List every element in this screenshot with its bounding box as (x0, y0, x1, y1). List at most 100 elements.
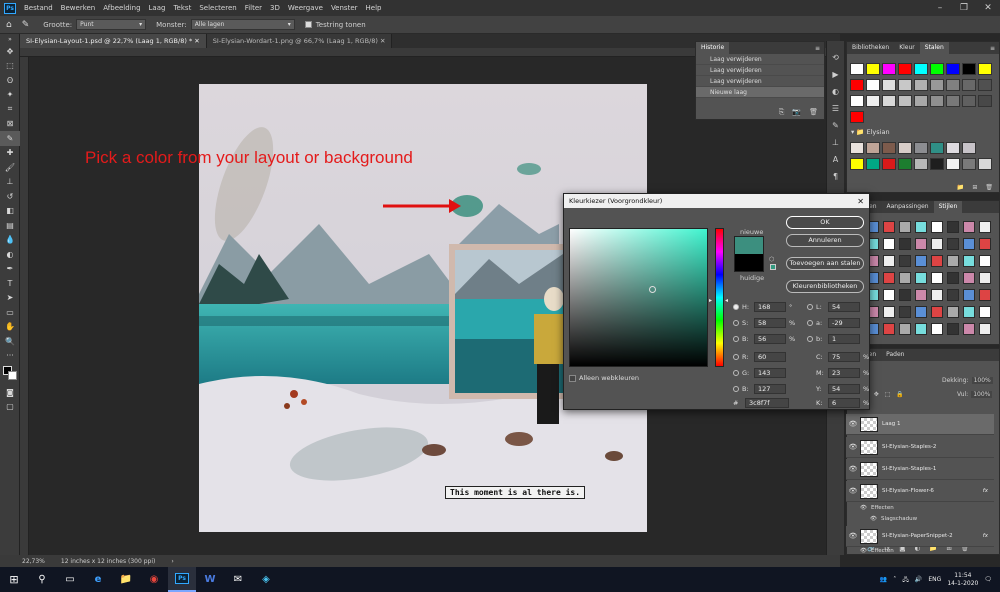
color-field[interactable] (569, 228, 708, 367)
a-radio[interactable] (807, 320, 813, 326)
menu-item-bestand[interactable]: Bestand (20, 4, 57, 12)
visibility-eye-icon[interactable]: 👁 (846, 420, 860, 428)
color-swatch[interactable] (930, 95, 944, 107)
crop-tool-icon[interactable]: ⌗ (0, 102, 20, 117)
color-swatch[interactable] (962, 63, 976, 75)
g-input[interactable]: 143 (754, 368, 786, 378)
l-input[interactable]: 54 (828, 302, 860, 312)
color-swatch[interactable] (914, 158, 928, 170)
people-icon[interactable]: 👥 (880, 576, 887, 583)
snapshot-icon[interactable]: ⎘ (779, 108, 785, 117)
style-preset[interactable] (979, 255, 991, 267)
new-group-icon[interactable]: 📁 (957, 184, 964, 191)
color-swatch[interactable] (882, 79, 896, 91)
trash-icon[interactable]: 🗑 (985, 184, 993, 191)
menu-item-3d[interactable]: 3D (266, 4, 284, 12)
brush-tool-icon[interactable]: 🖌 (0, 160, 20, 175)
color-swatch[interactable] (882, 95, 896, 107)
menu-item-tekst[interactable]: Tekst (169, 4, 195, 12)
color-swatch[interactable] (898, 158, 912, 170)
edge-browser-icon[interactable]: e (84, 567, 112, 592)
style-preset[interactable] (883, 238, 895, 250)
style-preset[interactable] (899, 238, 911, 250)
history-brush-icon[interactable]: ↺ (0, 189, 20, 204)
path-select-icon[interactable]: ➤ (0, 291, 20, 306)
tab-libraries[interactable]: Bibliotheken (847, 42, 894, 54)
style-preset[interactable] (979, 238, 991, 250)
color-swatch[interactable] (850, 142, 864, 154)
color-swatch[interactable] (962, 79, 976, 91)
web-safe-swatch[interactable] (770, 264, 776, 270)
task-view-icon[interactable]: ▭ (56, 567, 84, 592)
history-panel-icon[interactable]: ⟲ (827, 53, 844, 62)
color-swatch[interactable] (946, 63, 960, 75)
effects-row[interactable]: 👁 Effecten (860, 546, 994, 556)
move-tool-icon[interactable]: ✥ (0, 44, 20, 59)
cancel-button[interactable]: Annuleren (786, 234, 864, 247)
add-to-swatches-button[interactable]: Toevoegen aan stalen (786, 257, 864, 270)
minimize-icon[interactable]: – (928, 0, 952, 16)
dodge-tool-icon[interactable]: ◐ (0, 247, 20, 262)
style-preset[interactable] (931, 221, 943, 233)
style-preset[interactable] (963, 255, 975, 267)
s-radio[interactable] (733, 320, 739, 326)
style-preset[interactable] (899, 289, 911, 301)
quick-mask-icon[interactable]: ◙ (0, 385, 20, 400)
color-swatch[interactable] (866, 79, 880, 91)
healing-brush-icon[interactable]: ✚ (0, 146, 20, 161)
c-input[interactable]: 75 (828, 352, 860, 362)
sample-select[interactable]: Alle lagen ▾ (190, 19, 295, 30)
layer-row-staples-2[interactable]: 👁 SI-Elysian-Staples-2 (846, 437, 994, 458)
color-swatch[interactable] (914, 95, 928, 107)
menu-item-bewerken[interactable]: Bewerken (57, 4, 100, 12)
style-preset[interactable] (947, 289, 959, 301)
fill-input[interactable]: 100% (971, 391, 993, 398)
style-preset[interactable] (899, 221, 911, 233)
chrome-icon[interactable]: ◉ (140, 567, 168, 592)
color-swatch[interactable] (914, 79, 928, 91)
h-radio[interactable] (733, 304, 739, 310)
color-swatch[interactable] (930, 158, 944, 170)
zoom-level[interactable]: 22,73% (22, 558, 45, 565)
color-swatch[interactable] (898, 142, 912, 154)
maximize-icon[interactable]: ❐ (952, 0, 976, 16)
blue-radio[interactable] (733, 386, 739, 392)
tab-styles[interactable]: Stijlen (933, 201, 963, 213)
panel-menu-icon[interactable]: ≡ (990, 45, 999, 52)
marquee-tool-icon[interactable]: ⬚ (0, 59, 20, 74)
style-preset[interactable] (899, 272, 911, 284)
history-item[interactable]: Laag verwijderen (696, 76, 824, 87)
style-preset[interactable] (947, 221, 959, 233)
color-swatch[interactable] (946, 95, 960, 107)
tab-layout-document[interactable]: SI-Elysian-Layout-1.psd @ 22,7% (Laag 1,… (20, 34, 207, 48)
fx-badge[interactable]: fx (983, 488, 994, 494)
y-input[interactable]: 54 (828, 384, 860, 394)
character-icon[interactable]: A (827, 155, 844, 164)
b-input[interactable]: 56 (754, 334, 786, 344)
color-swatch[interactable] (850, 63, 864, 75)
style-preset[interactable] (883, 289, 895, 301)
chevron-up-icon[interactable]: ˄ (893, 576, 896, 583)
clock[interactable]: 11:54 14-1-2020 (947, 572, 978, 588)
show-ring-checkbox[interactable] (304, 21, 312, 28)
hand-tool-icon[interactable]: ✋ (0, 320, 20, 335)
k-input[interactable]: 6 (828, 398, 860, 408)
menu-item-venster[interactable]: Venster (327, 4, 362, 12)
swatch-group[interactable]: ▾ 📁 Elysian (851, 128, 890, 136)
close-tab-icon[interactable]: ✕ (194, 37, 199, 45)
style-preset[interactable] (899, 323, 911, 335)
color-swatch[interactable] (946, 142, 960, 154)
ok-button[interactable]: OK (786, 216, 864, 229)
web-colors-checkbox[interactable] (569, 374, 576, 382)
more-tools-icon[interactable]: ··· (0, 349, 20, 364)
notifications-icon[interactable]: 🗨 (984, 576, 992, 583)
color-swatch[interactable] (850, 95, 864, 107)
color-swatch[interactable] (850, 79, 864, 91)
tab-paths[interactable]: Paden (881, 349, 909, 361)
lock-all-icon[interactable]: 🔒 (896, 391, 903, 398)
menu-item-selecteren[interactable]: Selecteren (195, 4, 240, 12)
hue-slider[interactable] (715, 228, 724, 367)
collapse-icon[interactable]: » (0, 34, 20, 44)
history-item[interactable]: Nieuwe laag (696, 87, 824, 98)
color-libraries-button[interactable]: Kleurenbibliotheken (786, 280, 864, 293)
